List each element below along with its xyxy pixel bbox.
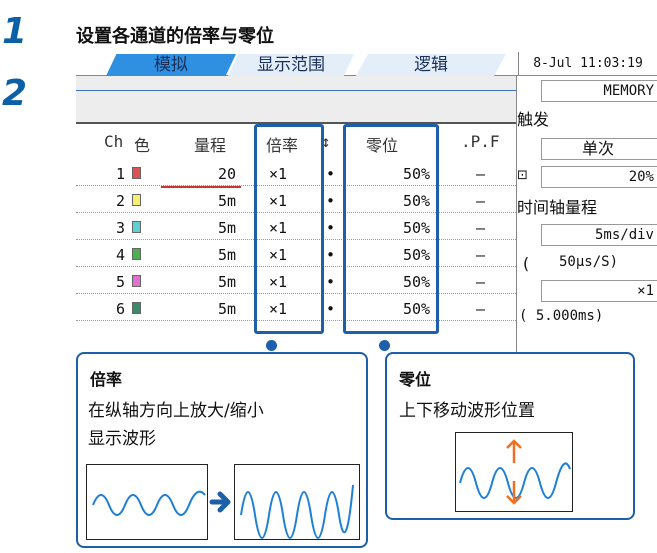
- zero-callout-text: 上下移动波形位置: [399, 401, 535, 421]
- cell-ch: 2: [116, 192, 126, 210]
- header-range: 量程: [194, 136, 227, 155]
- tab-logic[interactable]: 逻辑: [356, 54, 506, 76]
- sampling-paren: (: [521, 254, 531, 273]
- scale-callout: 倍率 在纵轴方向上放大/缩小 显示波形: [76, 352, 368, 548]
- zero-column-highlight: [343, 124, 439, 334]
- datetime-display: 8-Jul 11:03:19: [518, 52, 657, 76]
- cell-range: 5m: [218, 192, 237, 210]
- zero-wave: [455, 432, 573, 512]
- cell-dot: •: [326, 273, 336, 291]
- large-wave-graphic: [240, 484, 354, 539]
- header-ch: Ch: [104, 132, 124, 151]
- cell-lpf: –: [476, 192, 486, 210]
- trigger-mode-value[interactable]: 单次: [541, 138, 657, 160]
- color-swatch: [132, 167, 141, 179]
- zero-connector-dot: [379, 340, 390, 351]
- arrow-right-icon: [209, 491, 231, 513]
- scale-callout-title: 倍率: [90, 370, 123, 389]
- ch1-trace-line: [161, 186, 241, 188]
- cell-lpf: –: [476, 219, 486, 237]
- cell-ch: 1: [116, 165, 126, 183]
- settings-panel: MEMORY 触发 单次 ⊡ 20% 时间轴量程 5ms/div ( 50μs/…: [516, 76, 657, 352]
- cell-dot: •: [326, 219, 336, 237]
- scale-callout-text-1: 在纵轴方向上放大/缩小: [88, 401, 264, 421]
- cell-range: 5m: [218, 246, 237, 264]
- cell-ch: 6: [116, 300, 126, 318]
- step-number-2: 2: [2, 73, 28, 114]
- timebase-label: 时间轴量程: [517, 198, 598, 217]
- cell-lpf: –: [476, 246, 486, 264]
- page-title: 设置各通道的倍率与零位: [76, 26, 274, 47]
- zero-callout: 零位 上下移动波形位置: [385, 352, 635, 520]
- tab-analog[interactable]: 模拟: [106, 54, 236, 76]
- graph-trace: [76, 90, 516, 91]
- color-swatch: [132, 248, 141, 260]
- scale-connector-dot: [266, 340, 277, 351]
- cell-lpf: –: [476, 165, 486, 183]
- scale-after-wave: [234, 464, 360, 540]
- cell-dot: •: [326, 192, 336, 210]
- color-swatch: [132, 275, 141, 287]
- pretrigger-value[interactable]: 20%: [541, 166, 657, 188]
- cell-range: 20: [218, 165, 237, 183]
- cell-dot: •: [326, 165, 336, 183]
- pretrigger-icon: ⊡: [517, 168, 528, 183]
- step-number-1: 1: [2, 11, 28, 52]
- cell-range: 5m: [218, 273, 237, 291]
- header-lpf: .P.F: [461, 132, 500, 151]
- header-color: 色: [134, 136, 151, 155]
- cell-ch: 4: [116, 246, 126, 264]
- cell-dot: •: [326, 300, 336, 318]
- mode-value[interactable]: MEMORY: [541, 80, 657, 102]
- record-length: ( 5.000ms): [519, 308, 604, 324]
- scale-before-wave: [86, 464, 208, 540]
- cell-ch: 5: [116, 273, 126, 291]
- scale-column-highlight: [254, 124, 324, 334]
- cell-lpf: –: [476, 273, 486, 291]
- sampling-value: 50μs/S): [559, 254, 619, 270]
- cell-ch: 3: [116, 219, 126, 237]
- zero-callout-title: 零位: [399, 370, 432, 389]
- cell-range: 5m: [218, 300, 237, 318]
- color-swatch: [132, 194, 141, 206]
- tab-bar: 模拟 显示范围 逻辑 8-Jul 11:03:19: [76, 52, 657, 76]
- shift-wave-graphic: [459, 439, 571, 505]
- trigger-label: 触发: [517, 110, 550, 129]
- color-swatch: [132, 302, 141, 314]
- color-swatch: [132, 221, 141, 233]
- cell-range: 5m: [218, 219, 237, 237]
- cell-lpf: –: [476, 300, 486, 318]
- timebase-value[interactable]: 5ms/div: [541, 224, 657, 246]
- cell-dot: •: [326, 246, 336, 264]
- small-wave-graphic: [92, 490, 206, 516]
- multiplier-value[interactable]: ×1: [541, 280, 657, 302]
- scale-callout-text-2: 显示波形: [88, 429, 156, 449]
- tab-display-range[interactable]: 显示范围: [228, 54, 354, 76]
- waveform-graph: [76, 76, 516, 124]
